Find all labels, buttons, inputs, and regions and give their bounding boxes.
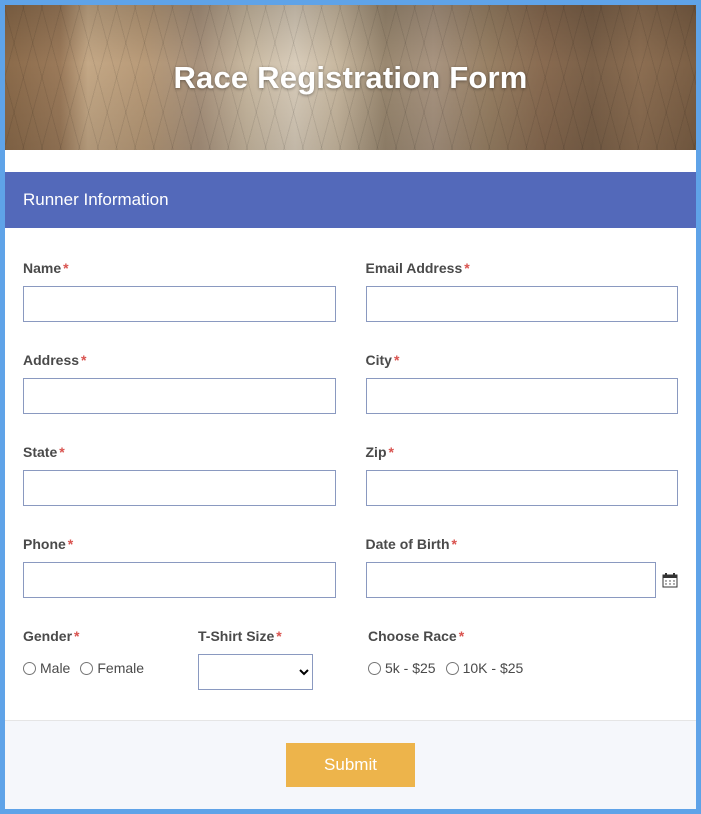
address-input[interactable] <box>23 378 336 414</box>
required-marker: * <box>394 352 399 368</box>
submit-button[interactable]: Submit <box>286 743 415 787</box>
required-marker: * <box>459 628 464 644</box>
gender-male-option[interactable]: Male <box>23 660 70 676</box>
form-body: Name* Email Address* Address* City* <box>5 228 696 721</box>
field-name: Name* <box>23 260 336 322</box>
field-email: Email Address* <box>366 260 679 322</box>
city-input[interactable] <box>366 378 679 414</box>
race-10k-radio[interactable] <box>446 662 459 675</box>
label-city: City* <box>366 352 679 368</box>
field-city: City* <box>366 352 679 414</box>
label-text: Zip <box>366 444 387 460</box>
race-options: 5k - $25 10K - $25 <box>368 654 678 676</box>
form-container: Race Registration Form Runner Informatio… <box>0 0 701 814</box>
label-text: Phone <box>23 536 66 552</box>
required-marker: * <box>59 444 64 460</box>
label-text: Name <box>23 260 61 276</box>
field-dob: Date of Birth* <box>366 536 679 598</box>
radio-label: Male <box>40 660 70 676</box>
field-zip: Zip* <box>366 444 679 506</box>
required-marker: * <box>68 536 73 552</box>
label-text: Address <box>23 352 79 368</box>
radio-label: 10K - $25 <box>463 660 524 676</box>
radio-label: 5k - $25 <box>385 660 436 676</box>
radio-label: Female <box>97 660 144 676</box>
gender-female-radio[interactable] <box>80 662 93 675</box>
zip-input[interactable] <box>366 470 679 506</box>
race-5k-option[interactable]: 5k - $25 <box>368 660 436 676</box>
state-input[interactable] <box>23 470 336 506</box>
field-gender: Gender* Male Female <box>23 628 168 690</box>
field-phone: Phone* <box>23 536 336 598</box>
spacer <box>5 150 696 172</box>
label-text: State <box>23 444 57 460</box>
label-state: State* <box>23 444 336 460</box>
required-marker: * <box>389 444 394 460</box>
required-marker: * <box>276 628 281 644</box>
label-text: City <box>366 352 392 368</box>
gender-female-option[interactable]: Female <box>80 660 144 676</box>
field-tshirt: T-Shirt Size* <box>198 628 338 690</box>
calendar-icon[interactable] <box>662 572 678 588</box>
label-text: Date of Birth <box>366 536 450 552</box>
label-phone: Phone* <box>23 536 336 552</box>
email-input[interactable] <box>366 286 679 322</box>
dob-input[interactable] <box>366 562 657 598</box>
tshirt-select[interactable] <box>198 654 313 690</box>
label-address: Address* <box>23 352 336 368</box>
phone-input[interactable] <box>23 562 336 598</box>
section-header: Runner Information <box>5 172 696 228</box>
label-text: Email Address <box>366 260 463 276</box>
required-marker: * <box>81 352 86 368</box>
label-dob: Date of Birth* <box>366 536 679 552</box>
required-marker: * <box>63 260 68 276</box>
field-address: Address* <box>23 352 336 414</box>
hero-banner: Race Registration Form <box>5 5 696 150</box>
label-tshirt: T-Shirt Size* <box>198 628 338 644</box>
field-state: State* <box>23 444 336 506</box>
gender-male-radio[interactable] <box>23 662 36 675</box>
gender-options: Male Female <box>23 654 168 676</box>
name-input[interactable] <box>23 286 336 322</box>
label-email: Email Address* <box>366 260 679 276</box>
required-marker: * <box>464 260 469 276</box>
label-race: Choose Race* <box>368 628 678 644</box>
dob-wrapper <box>366 562 679 598</box>
form-footer: Submit <box>5 721 696 809</box>
form-title: Race Registration Form <box>173 60 527 96</box>
field-race: Choose Race* 5k - $25 10K - $25 <box>368 628 678 690</box>
label-name: Name* <box>23 260 336 276</box>
required-marker: * <box>452 536 457 552</box>
label-zip: Zip* <box>366 444 679 460</box>
label-text: Choose Race <box>368 628 457 644</box>
required-marker: * <box>74 628 79 644</box>
race-10k-option[interactable]: 10K - $25 <box>446 660 524 676</box>
race-5k-radio[interactable] <box>368 662 381 675</box>
label-gender: Gender* <box>23 628 168 644</box>
label-text: Gender <box>23 628 72 644</box>
label-text: T-Shirt Size <box>198 628 274 644</box>
